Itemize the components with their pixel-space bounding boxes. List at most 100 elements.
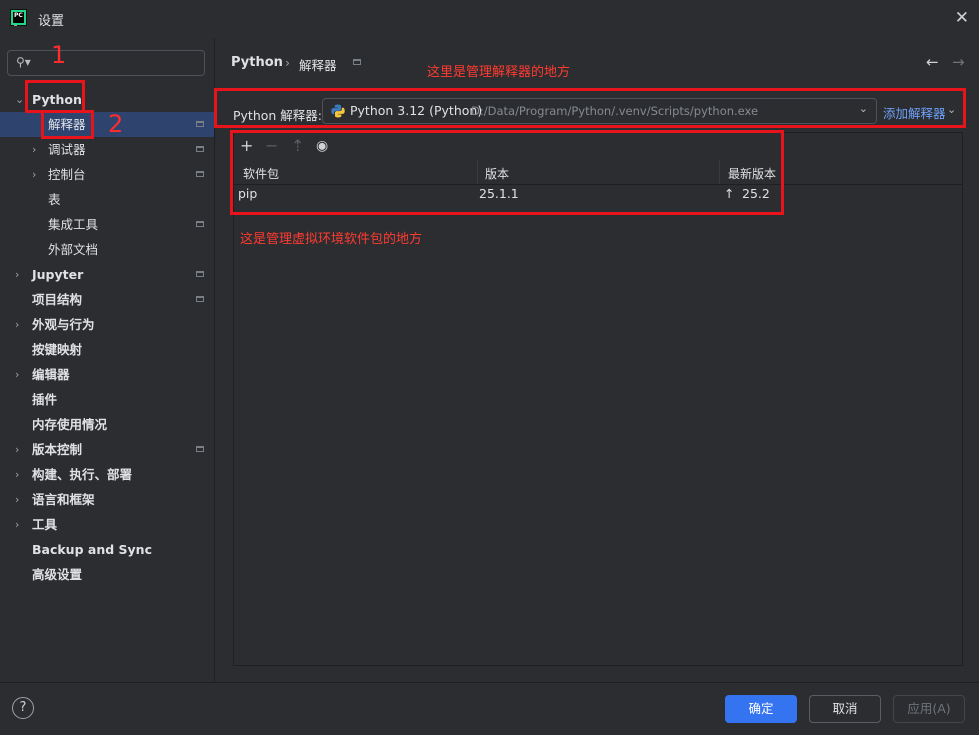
sidebar-item-label: 构建、执行、部署 <box>32 467 133 482</box>
column-header-latest[interactable]: 最新版本 <box>728 165 776 182</box>
cancel-button[interactable]: 取消 <box>809 695 881 723</box>
sidebar-item-label: 语言和框架 <box>32 492 95 507</box>
python-logo-icon <box>331 104 345 118</box>
project-icon <box>196 446 204 452</box>
chevron-down-icon: ⌄ <box>15 93 25 106</box>
breadcrumb-parent[interactable]: Python <box>231 55 283 70</box>
interpreter-path: D:/Data/Program/Python/.venv/Scripts/pyt… <box>471 104 759 118</box>
sidebar-item-label: 版本控制 <box>32 442 83 457</box>
upgrade-arrow-icon: ↑ <box>724 186 735 201</box>
sidebar-item-label: 内存使用情况 <box>32 417 108 432</box>
package-name: pip <box>238 186 258 201</box>
sidebar-item-jupyter[interactable]: › Jupyter <box>0 262 214 287</box>
sidebar-item-label: 表 <box>48 192 61 207</box>
sidebar-item-label: 调试器 <box>48 142 86 157</box>
sidebar-item-external-docs[interactable]: 外部文档 <box>0 237 214 262</box>
close-icon[interactable]: ✕ <box>955 8 969 28</box>
search-icon: ⚲▾ <box>16 55 31 69</box>
title-bar: PC _ 设置 ✕ <box>0 0 979 38</box>
table-row[interactable]: pip 25.1.1 ↑ 25.2 <box>234 182 962 206</box>
column-divider <box>719 160 720 184</box>
sidebar-item-backup-sync[interactable]: Backup and Sync <box>0 537 214 562</box>
project-icon <box>196 221 204 227</box>
chevron-right-icon: › <box>15 443 20 456</box>
apply-button[interactable]: 应用(A) <box>893 695 965 723</box>
packages-panel: + − ⇡ ◉ 软件包 版本 最新版本 pip 25.1.1 ↑ 25.2 这是… <box>233 132 963 666</box>
sidebar-item-languages-frameworks[interactable]: › 语言和框架 <box>0 487 214 512</box>
back-arrow-icon[interactable]: ← <box>926 53 939 71</box>
sidebar-item-advanced-settings[interactable]: 高级设置 <box>0 562 214 587</box>
sidebar-item-label: Python <box>32 92 82 107</box>
chevron-right-icon: › <box>15 518 20 531</box>
chevron-right-icon: › <box>15 468 20 481</box>
sidebar-item-label: 外部文档 <box>48 242 99 257</box>
sidebar-item-label: 编辑器 <box>32 367 70 382</box>
chevron-down-icon[interactable]: ⌄ <box>947 103 956 116</box>
column-header-version[interactable]: 版本 <box>485 165 509 182</box>
project-icon <box>196 171 204 177</box>
interpreter-label: Python 解释器: <box>233 108 323 123</box>
window-title: 设置 <box>38 14 65 29</box>
chevron-right-icon: › <box>32 143 37 156</box>
sidebar-item-table[interactable]: 表 <box>0 187 214 212</box>
add-interpreter-link[interactable]: 添加解释器 <box>883 103 946 122</box>
sidebar-item-keymap[interactable]: 按键映射 <box>0 337 214 362</box>
sidebar-item-label: 按键映射 <box>32 342 83 357</box>
annotation-note-packages: 这是管理虚拟环境软件包的地方 <box>240 232 423 247</box>
settings-main-panel: Python › 解释器 ← → 这里是管理解释器的地方 Python 解释器:… <box>215 38 979 682</box>
sidebar-item-label: 解释器 <box>48 117 86 132</box>
sidebar-item-debugger[interactable]: › 调试器 <box>0 137 214 162</box>
chevron-right-icon: › <box>32 168 37 181</box>
chevron-right-icon: › <box>15 268 20 281</box>
interpreter-select[interactable]: Python 3.12 (Python) D:/Data/Program/Pyt… <box>322 98 877 124</box>
add-package-icon[interactable]: + <box>240 136 253 155</box>
sidebar-item-label: 项目结构 <box>32 292 83 307</box>
column-header-package[interactable]: 软件包 <box>243 165 279 182</box>
pycharm-logo-icon: PC _ <box>10 9 27 26</box>
breadcrumb-current: 解释器 <box>299 58 337 73</box>
upgrade-package-icon[interactable]: ⇡ <box>291 136 304 155</box>
chevron-right-icon: › <box>15 368 20 381</box>
sidebar-item-plugins[interactable]: 插件 <box>0 387 214 412</box>
sidebar-item-label: 集成工具 <box>48 217 99 232</box>
show-all-eye-icon[interactable]: ◉ <box>316 138 328 154</box>
sidebar-item-label: Jupyter <box>32 267 84 282</box>
ok-button[interactable]: 确定 <box>725 695 797 723</box>
sidebar-item-tools[interactable]: › 工具 <box>0 512 214 537</box>
sidebar-item-console[interactable]: › 控制台 <box>0 162 214 187</box>
remove-package-icon[interactable]: − <box>265 136 278 155</box>
sidebar-item-appearance[interactable]: › 外观与行为 <box>0 312 214 337</box>
sidebar-item-project-structure[interactable]: 项目结构 <box>0 287 214 312</box>
project-icon <box>196 296 204 302</box>
project-icon <box>196 146 204 152</box>
annotation-number-1: 1 <box>51 41 67 69</box>
chevron-right-icon: › <box>15 318 20 331</box>
sidebar-item-editor[interactable]: › 编辑器 <box>0 362 214 387</box>
project-icon <box>196 121 204 127</box>
chevron-right-icon: › <box>15 493 20 506</box>
sidebar-item-interpreter[interactable]: 解释器 <box>0 112 214 137</box>
column-divider <box>477 160 478 184</box>
annotation-number-2: 2 <box>108 110 124 138</box>
sidebar-item-memory-usage[interactable]: 内存使用情况 <box>0 412 214 437</box>
project-icon <box>196 271 204 277</box>
forward-arrow-icon[interactable]: → <box>952 53 965 71</box>
sidebar-item-label: 工具 <box>32 517 58 532</box>
help-button[interactable]: ? <box>12 697 34 719</box>
interpreter-name: Python 3.12 (Python) <box>350 103 483 118</box>
sidebar-item-label: 控制台 <box>48 167 86 182</box>
sidebar-item-label: Backup and Sync <box>32 542 152 557</box>
breadcrumb-separator-icon: › <box>285 55 290 70</box>
dialog-footer: ? 确定 取消 应用(A) <box>0 682 979 735</box>
project-icon <box>353 59 361 65</box>
sidebar-item-label: 插件 <box>32 392 58 407</box>
sidebar-item-build-exec-deploy[interactable]: › 构建、执行、部署 <box>0 462 214 487</box>
sidebar-item-version-control[interactable]: › 版本控制 <box>0 437 214 462</box>
search-input[interactable]: ⚲▾ <box>7 50 205 76</box>
package-version: 25.1.1 <box>479 186 519 201</box>
sidebar-item-integrated-tools[interactable]: 集成工具 <box>0 212 214 237</box>
sidebar-item-label: 高级设置 <box>32 567 83 582</box>
sidebar-item-python[interactable]: ⌄ Python <box>0 87 214 112</box>
sidebar-item-label: 外观与行为 <box>32 317 95 332</box>
annotation-note-interpreter: 这里是管理解释器的地方 <box>427 65 571 80</box>
